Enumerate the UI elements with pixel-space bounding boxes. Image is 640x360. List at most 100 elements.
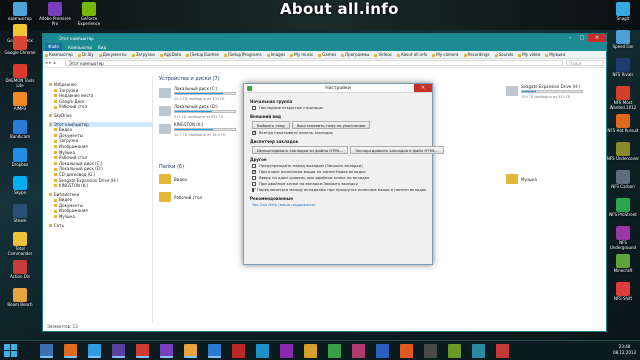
close-icon[interactable]: ✕ [588, 34, 606, 42]
explorer-titlebar[interactable]: Этот компьютер – □ ✕ [43, 34, 606, 43]
taskbar-app-icon[interactable] [352, 344, 365, 358]
checkbox-icon[interactable] [252, 176, 256, 180]
taskbar-app-icon[interactable] [88, 344, 101, 358]
bookmark-item[interactable]: [Setup]Programs [224, 52, 262, 57]
desktop-icon[interactable]: GeForce Experience [72, 2, 106, 26]
start-button[interactable] [4, 344, 18, 358]
checkbox-icon[interactable] [252, 130, 257, 136]
maximize-icon[interactable]: □ [576, 34, 588, 42]
checkbox-last-pages[interactable]: Последние открытые страницы [252, 105, 426, 111]
checkbox-icon[interactable] [252, 169, 257, 175]
checkbox-icon[interactable] [252, 106, 256, 110]
taskbar-app-icon[interactable] [40, 344, 53, 358]
folder-item[interactable]: Видео [159, 174, 219, 192]
taskbar-app-icon[interactable] [256, 344, 269, 358]
folder-item[interactable]: Рабочий стол [159, 192, 219, 210]
desktop-icon[interactable]: NFS Carbon [606, 170, 640, 190]
desktop-icon[interactable]: Snagit [606, 2, 640, 22]
folders-header[interactable]: Папки (6) [159, 164, 184, 170]
desktop-icon[interactable]: Skype [3, 176, 37, 196]
bookmark-item[interactable]: AppData [160, 52, 181, 57]
bookmark-item[interactable]: Загрузки [132, 52, 155, 57]
menu-computer[interactable]: Компьютер [68, 45, 92, 50]
taskbar-app-icon[interactable] [376, 344, 389, 358]
import-bookmarks-button[interactable]: Импортировать закладки из файла HTML... [252, 146, 349, 154]
checkbox-bookmarks-bar[interactable]: Всегда показывать панель закладок [252, 130, 426, 136]
nav-item[interactable]: KINGSTON (K:) [49, 183, 152, 189]
close-icon[interactable]: ✕ [414, 84, 432, 92]
minimize-icon[interactable]: – [564, 34, 576, 42]
taskbar-app-icon[interactable] [160, 344, 173, 358]
checkbox-icon[interactable] [252, 182, 256, 186]
drive-item[interactable]: Seagate Expansion Drive (H:) 705 ГБ свобо… [506, 84, 626, 106]
desktop-icon[interactable]: NFS Rivals [606, 58, 640, 78]
bookmark-item[interactable]: Videos [374, 52, 391, 57]
desktop-icon[interactable]: Google Chrome [3, 36, 37, 56]
taskbar-app-icon[interactable] [304, 344, 317, 358]
taskbar-app-icon[interactable] [136, 344, 149, 358]
address-input[interactable]: Этот компьютер [65, 60, 563, 66]
desktop-icon[interactable]: NFS ProStreet [606, 198, 640, 218]
nav-item[interactable]: Рабочий стол [49, 104, 152, 110]
desktop-icon[interactable]: компьютер [3, 2, 37, 22]
checkbox-icon[interactable] [252, 164, 256, 168]
desktop-icon[interactable]: Total Commander [3, 232, 37, 256]
system-clock[interactable]: 23:48 08.12.2013 [613, 344, 636, 356]
folder-item[interactable]: Музыка [506, 174, 566, 192]
desktop-icon[interactable]: Action Dis [3, 260, 37, 280]
menu-view[interactable]: Вид [98, 45, 106, 50]
taskbar-app-icon[interactable] [64, 344, 77, 358]
taskbar-app-icon[interactable] [208, 344, 221, 358]
bookmark-item[interactable]: Games [318, 52, 336, 57]
desktop-icon[interactable]: NFS Shift [606, 282, 640, 302]
export-bookmarks-button[interactable]: Экспортировать закладки в файл HTML... [350, 146, 444, 154]
menu-file[interactable]: Файл [45, 43, 63, 51]
desktop-icon[interactable]: NFS Hot Pursuit [606, 114, 640, 134]
bookmark-item[interactable]: Recordings [464, 52, 490, 57]
taskbar-app-icon[interactable] [184, 344, 197, 358]
desktop-icon[interactable]: DAEMON Tools Lite [3, 64, 37, 88]
bookmark-item[interactable]: My music [290, 52, 313, 57]
bookmark-item[interactable]: Программы [341, 52, 369, 57]
taskbar-app-icon[interactable] [328, 344, 341, 358]
devices-header[interactable]: Устройства и диски (7) [159, 76, 220, 82]
bookmark-item[interactable]: My video [518, 52, 540, 57]
bookmark-item[interactable]: Музыка [545, 52, 565, 57]
nav-item[interactable]: SkyDrive [49, 113, 152, 119]
taskbar-app-icon[interactable] [232, 344, 245, 358]
taskbar-app-icon[interactable] [112, 344, 125, 358]
bookmark-item[interactable]: Компьютер [45, 52, 73, 57]
desktop-icon[interactable]: Adobe Premiere Pro [38, 2, 72, 26]
choose-theme-button[interactable]: Выбрать тему [252, 121, 290, 129]
desktop-icon[interactable]: Boom Beach [3, 288, 37, 308]
search-input[interactable]: Поиск [566, 60, 604, 66]
desktop-icon[interactable]: Steam [3, 204, 37, 224]
taskbar-app-icon[interactable] [424, 344, 437, 358]
bookmark-item[interactable]: My camera [432, 52, 458, 57]
taskbar-app-icon[interactable] [280, 344, 293, 358]
taskbar-app-icon[interactable] [448, 344, 461, 358]
dialog-titlebar[interactable]: Настройки ✕ [244, 84, 432, 93]
bookmark-item[interactable]: Images [267, 52, 286, 57]
option-checkbox[interactable]: Переключаться между вкладками при прокру… [252, 187, 426, 193]
taskbar-app-icon[interactable] [400, 344, 413, 358]
help-link[interactable]: You Can Help (ваша поддержка) [252, 202, 426, 208]
nav-item[interactable]: Музыка [49, 214, 152, 220]
bookmark-item[interactable]: [Setup]Games [186, 52, 219, 57]
desktop-icon[interactable]: NFS Underground [606, 226, 640, 250]
taskbar-app-icon[interactable] [472, 344, 485, 358]
desktop-icon[interactable]: Minecraft [606, 254, 640, 274]
desktop-icon[interactable]: Speed Fan [606, 30, 640, 50]
bookmark-item[interactable]: Sounds [495, 52, 514, 57]
bookmark-item[interactable]: Dr.Sly [78, 52, 94, 57]
desktop-icon[interactable]: NFS Undercover [606, 142, 640, 162]
nav-item[interactable]: Сеть [49, 223, 152, 229]
bookmark-item[interactable]: About all.info [397, 52, 428, 57]
checkbox-icon[interactable] [252, 187, 257, 193]
desktop-icon[interactable]: Dropbox [3, 148, 37, 168]
taskbar-app-icon[interactable] [496, 344, 509, 358]
desktop-icon[interactable]: Bandicam [3, 120, 37, 140]
restore-theme-button[interactable]: Восстановить тему по умолчанию [292, 121, 371, 129]
desktop-icon[interactable]: AIMP3 [3, 92, 37, 112]
bookmark-item[interactable]: Документы [99, 52, 127, 57]
